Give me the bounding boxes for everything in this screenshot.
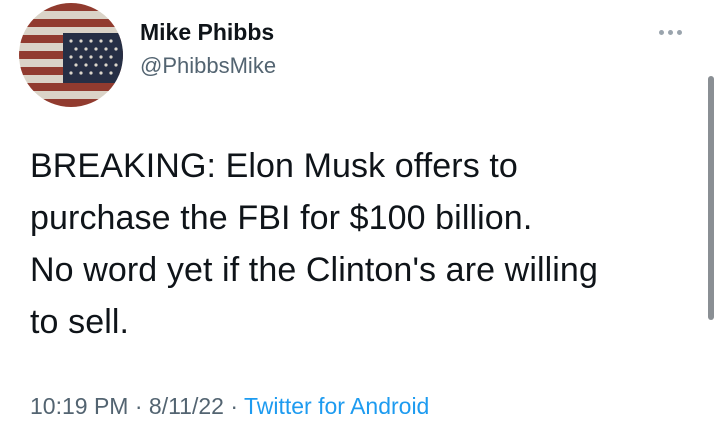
meta-separator: · <box>134 393 143 419</box>
tweet-date[interactable]: 8/11/22 <box>149 393 224 419</box>
author-name[interactable]: Mike Phibbs <box>140 18 274 46</box>
more-horizontal-icon-dot <box>676 29 682 35</box>
tweet-source-link[interactable]: Twitter for Android <box>244 393 429 419</box>
more-horizontal-icon-dot <box>667 29 673 35</box>
tweet-text: BREAKING: Elon Musk offers to purchase t… <box>30 140 700 348</box>
author-handle[interactable]: @PhibbsMike <box>140 52 276 80</box>
avatar[interactable] <box>19 3 123 107</box>
tweet-text-line: purchase the FBI for $100 billion. <box>30 199 533 237</box>
more-options-button[interactable] <box>648 18 692 46</box>
tweet-meta: 10:19 PM · 8/11/22 · Twitter for Android <box>30 391 429 421</box>
american-flag-avatar-image <box>19 3 123 107</box>
tweet-card: Mike Phibbs @PhibbsMike BREAKING: Elon M… <box>0 0 720 440</box>
tweet-text-line: BREAKING: Elon Musk offers to <box>30 147 518 185</box>
meta-separator: · <box>230 393 238 419</box>
scrollbar[interactable] <box>708 76 714 320</box>
tweet-text-line: to sell. <box>30 303 130 341</box>
tweet-text-line: No word yet if the Clinton's are willing <box>30 251 598 289</box>
tweet-time[interactable]: 10:19 PM <box>30 393 128 419</box>
more-horizontal-icon <box>658 29 664 35</box>
